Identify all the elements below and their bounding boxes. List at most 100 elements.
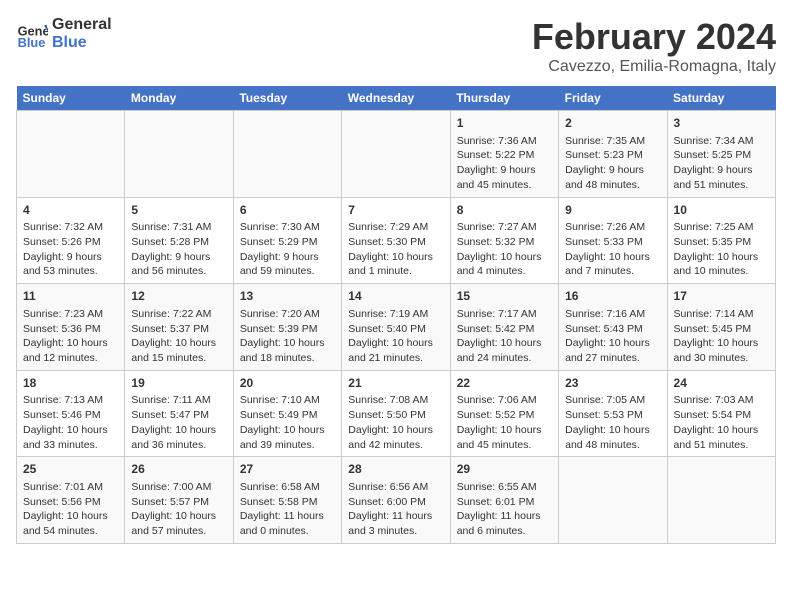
day-content: Sunrise: 7:16 AM Sunset: 5:43 PM Dayligh…	[565, 307, 660, 366]
day-number: 1	[457, 115, 552, 132]
month-title: February 2024	[532, 16, 776, 58]
calendar-cell	[342, 111, 450, 198]
day-number: 21	[348, 375, 443, 392]
calendar-cell: 12Sunrise: 7:22 AM Sunset: 5:37 PM Dayli…	[125, 284, 233, 371]
day-content: Sunrise: 7:25 AM Sunset: 5:35 PM Dayligh…	[674, 220, 769, 279]
day-number: 3	[674, 115, 769, 132]
day-content: Sunrise: 6:58 AM Sunset: 5:58 PM Dayligh…	[240, 480, 335, 539]
calendar-cell: 20Sunrise: 7:10 AM Sunset: 5:49 PM Dayli…	[233, 370, 341, 457]
day-number: 20	[240, 375, 335, 392]
col-header-sunday: Sunday	[17, 86, 125, 111]
calendar-cell: 3Sunrise: 7:34 AM Sunset: 5:25 PM Daylig…	[667, 111, 775, 198]
day-number: 2	[565, 115, 660, 132]
calendar-cell: 27 Sunrise: 6:58 AM Sunset: 5:58 PM Dayli…	[233, 457, 341, 544]
logo: General Blue General Blue	[16, 16, 112, 51]
calendar-cell: 6Sunrise: 7:30 AM Sunset: 5:29 PM Daylig…	[233, 197, 341, 284]
day-number: 15	[457, 288, 552, 305]
day-content: Sunrise: 7:14 AM Sunset: 5:45 PM Dayligh…	[674, 307, 769, 366]
calendar-week-2: 4Sunrise: 7:32 AM Sunset: 5:26 PM Daylig…	[17, 197, 776, 284]
col-header-thursday: Thursday	[450, 86, 558, 111]
day-content: Sunrise: 7:27 AM Sunset: 5:32 PM Dayligh…	[457, 220, 552, 279]
calendar-cell	[233, 111, 341, 198]
calendar-cell: 9Sunrise: 7:26 AM Sunset: 5:33 PM Daylig…	[559, 197, 667, 284]
day-content: Sunrise: 7:17 AM Sunset: 5:42 PM Dayligh…	[457, 307, 552, 366]
day-content: Sunrise: 7:08 AM Sunset: 5:50 PM Dayligh…	[348, 393, 443, 452]
day-number: 17	[674, 288, 769, 305]
day-content: Sunrise: 7:36 AM Sunset: 5:22 PM Dayligh…	[457, 134, 552, 193]
day-number: 13	[240, 288, 335, 305]
col-header-saturday: Saturday	[667, 86, 775, 111]
day-content: Sunrise: 7:03 AM Sunset: 5:54 PM Dayligh…	[674, 393, 769, 452]
calendar-cell: 23Sunrise: 7:05 AM Sunset: 5:53 PM Dayli…	[559, 370, 667, 457]
calendar-cell	[17, 111, 125, 198]
col-header-wednesday: Wednesday	[342, 86, 450, 111]
day-number: 7	[348, 202, 443, 219]
calendar-cell: 2 Sunrise: 7:35 AM Sunset: 5:23 PM Daylig…	[559, 111, 667, 198]
location-title: Cavezzo, Emilia-Romagna, Italy	[532, 58, 776, 76]
day-number: 4	[23, 202, 118, 219]
calendar-cell: 14 Sunrise: 7:19 AM Sunset: 5:40 PM Dayli…	[342, 284, 450, 371]
calendar-cell: 17 Sunrise: 7:14 AM Sunset: 5:45 PM Dayli…	[667, 284, 775, 371]
calendar-cell: 7Sunrise: 7:29 AM Sunset: 5:30 PM Daylig…	[342, 197, 450, 284]
logo-icon: General Blue	[16, 18, 48, 50]
calendar-cell: 19Sunrise: 7:11 AM Sunset: 5:47 PM Dayli…	[125, 370, 233, 457]
day-content: Sunrise: 6:56 AM Sunset: 6:00 PM Dayligh…	[348, 480, 443, 539]
calendar-cell	[559, 457, 667, 544]
calendar-cell: 5Sunrise: 7:31 AM Sunset: 5:28 PM Daylig…	[125, 197, 233, 284]
header: General Blue General Blue February 2024 …	[16, 16, 776, 76]
day-number: 26	[131, 461, 226, 478]
day-content: Sunrise: 6:55 AM Sunset: 6:01 PM Dayligh…	[457, 480, 552, 539]
calendar-week-4: 18Sunrise: 7:13 AM Sunset: 5:46 PM Dayli…	[17, 370, 776, 457]
calendar-table: SundayMondayTuesdayWednesdayThursdayFrid…	[16, 86, 776, 544]
day-number: 24	[674, 375, 769, 392]
day-number: 10	[674, 202, 769, 219]
calendar-cell: 18Sunrise: 7:13 AM Sunset: 5:46 PM Dayli…	[17, 370, 125, 457]
calendar-cell: 8Sunrise: 7:27 AM Sunset: 5:32 PM Daylig…	[450, 197, 558, 284]
calendar-week-1: 1 Sunrise: 7:36 AM Sunset: 5:22 PM Daylig…	[17, 111, 776, 198]
calendar-cell: 15 Sunrise: 7:17 AM Sunset: 5:42 PM Dayli…	[450, 284, 558, 371]
day-content: Sunrise: 7:30 AM Sunset: 5:29 PM Dayligh…	[240, 220, 335, 279]
svg-text:Blue: Blue	[18, 34, 46, 49]
calendar-cell	[667, 457, 775, 544]
day-number: 28	[348, 461, 443, 478]
day-content: Sunrise: 7:29 AM Sunset: 5:30 PM Dayligh…	[348, 220, 443, 279]
calendar-cell: 24Sunrise: 7:03 AM Sunset: 5:54 PM Dayli…	[667, 370, 775, 457]
day-number: 5	[131, 202, 226, 219]
calendar-cell: 25 Sunrise: 7:01 AM Sunset: 5:56 PM Dayli…	[17, 457, 125, 544]
day-number: 11	[23, 288, 118, 305]
day-content: Sunrise: 7:20 AM Sunset: 5:39 PM Dayligh…	[240, 307, 335, 366]
calendar-cell: 1 Sunrise: 7:36 AM Sunset: 5:22 PM Daylig…	[450, 111, 558, 198]
day-content: Sunrise: 7:35 AM Sunset: 5:23 PM Dayligh…	[565, 134, 660, 193]
day-number: 23	[565, 375, 660, 392]
calendar-header-row: SundayMondayTuesdayWednesdayThursdayFrid…	[17, 86, 776, 111]
calendar-cell: 26 Sunrise: 7:00 AM Sunset: 5:57 PM Dayli…	[125, 457, 233, 544]
logo-text: General Blue	[52, 16, 112, 51]
calendar-cell: 10Sunrise: 7:25 AM Sunset: 5:35 PM Dayli…	[667, 197, 775, 284]
day-number: 9	[565, 202, 660, 219]
calendar-cell: 13 Sunrise: 7:20 AM Sunset: 5:39 PM Dayli…	[233, 284, 341, 371]
title-area: February 2024 Cavezzo, Emilia-Romagna, I…	[532, 16, 776, 76]
day-number: 22	[457, 375, 552, 392]
calendar-cell: 21Sunrise: 7:08 AM Sunset: 5:50 PM Dayli…	[342, 370, 450, 457]
col-header-monday: Monday	[125, 86, 233, 111]
day-content: Sunrise: 7:06 AM Sunset: 5:52 PM Dayligh…	[457, 393, 552, 452]
day-number: 6	[240, 202, 335, 219]
day-number: 16	[565, 288, 660, 305]
day-number: 27	[240, 461, 335, 478]
day-number: 14	[348, 288, 443, 305]
calendar-cell: 11Sunrise: 7:23 AM Sunset: 5:36 PM Dayli…	[17, 284, 125, 371]
day-number: 25	[23, 461, 118, 478]
day-number: 8	[457, 202, 552, 219]
day-number: 29	[457, 461, 552, 478]
day-content: Sunrise: 7:01 AM Sunset: 5:56 PM Dayligh…	[23, 480, 118, 539]
day-content: Sunrise: 7:10 AM Sunset: 5:49 PM Dayligh…	[240, 393, 335, 452]
day-content: Sunrise: 7:31 AM Sunset: 5:28 PM Dayligh…	[131, 220, 226, 279]
day-content: Sunrise: 7:00 AM Sunset: 5:57 PM Dayligh…	[131, 480, 226, 539]
col-header-tuesday: Tuesday	[233, 86, 341, 111]
calendar-week-5: 25 Sunrise: 7:01 AM Sunset: 5:56 PM Dayli…	[17, 457, 776, 544]
calendar-cell: 4Sunrise: 7:32 AM Sunset: 5:26 PM Daylig…	[17, 197, 125, 284]
day-number: 19	[131, 375, 226, 392]
day-content: Sunrise: 7:19 AM Sunset: 5:40 PM Dayligh…	[348, 307, 443, 366]
day-content: Sunrise: 7:11 AM Sunset: 5:47 PM Dayligh…	[131, 393, 226, 452]
day-content: Sunrise: 7:05 AM Sunset: 5:53 PM Dayligh…	[565, 393, 660, 452]
